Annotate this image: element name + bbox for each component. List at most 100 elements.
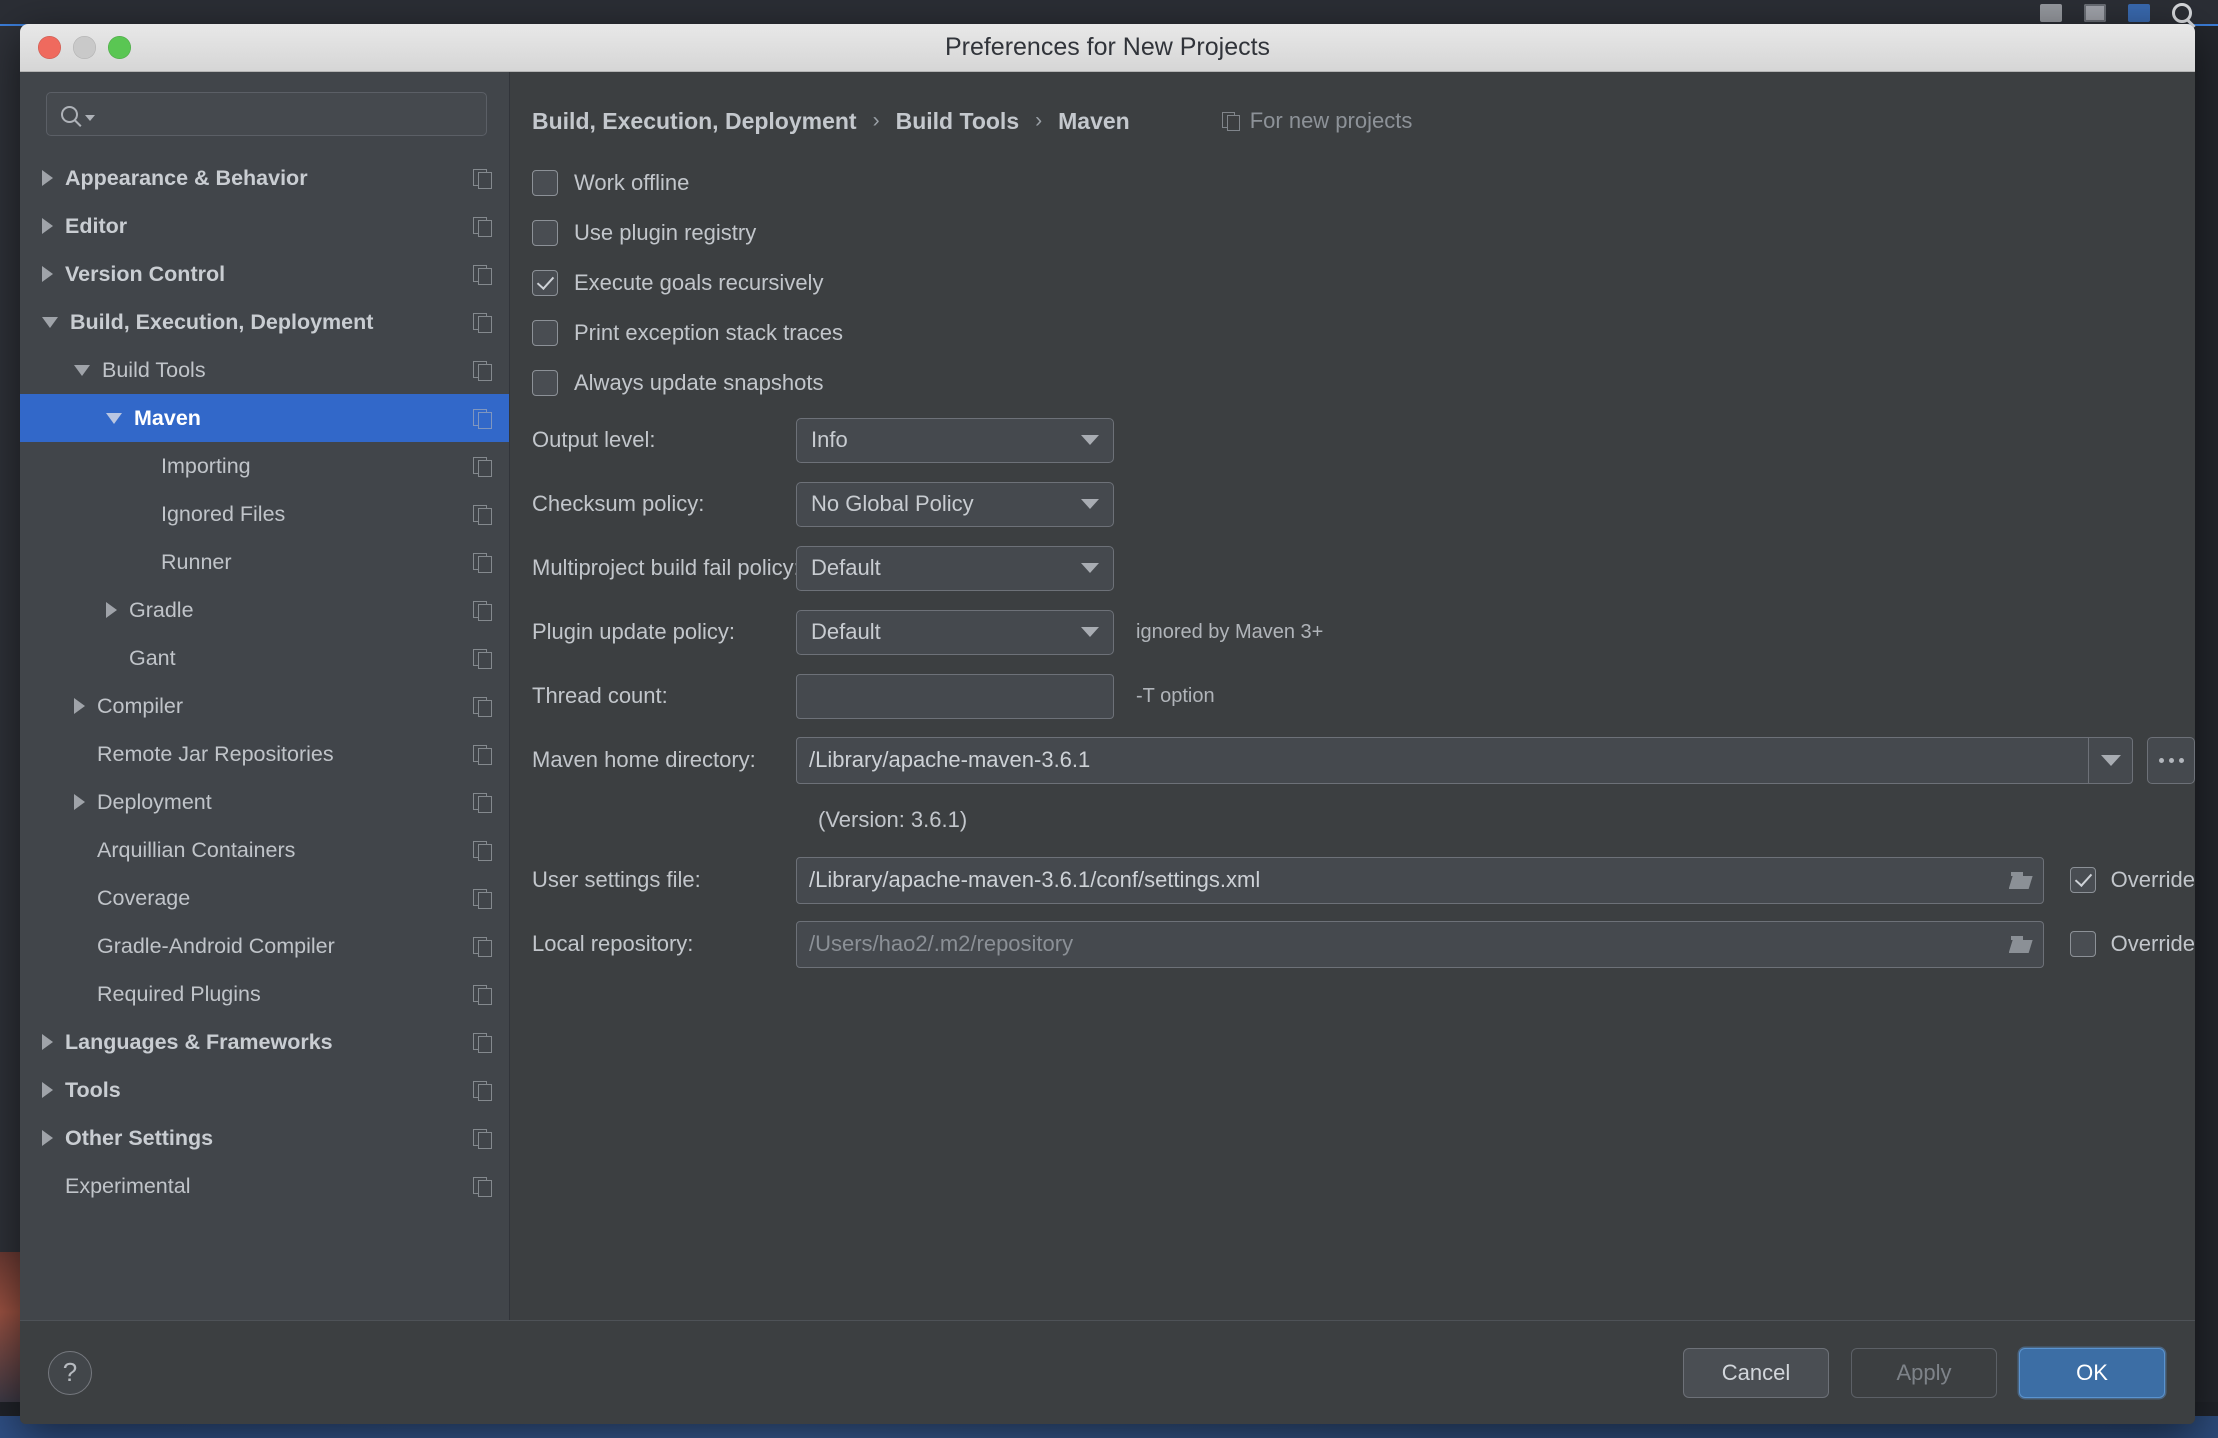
- breadcrumb-item-0[interactable]: Build, Execution, Deployment: [532, 108, 857, 135]
- chevron-right-icon[interactable]: [42, 170, 53, 186]
- maven-home-input[interactable]: /Library/apache-maven-3.6.1: [796, 737, 2133, 784]
- checkbox-print-exception-stack-traces[interactable]: [532, 320, 558, 346]
- copy-settings-icon[interactable]: [473, 649, 491, 668]
- sidebar-item-languages-frameworks[interactable]: Languages & Frameworks: [20, 1018, 509, 1066]
- search-box[interactable]: [46, 92, 487, 136]
- sidebar-item-experimental[interactable]: Experimental: [20, 1162, 509, 1210]
- combo-value: Default: [811, 555, 881, 581]
- local-repository-browse-button[interactable]: [1999, 922, 2043, 967]
- chevron-down-icon[interactable]: [85, 115, 95, 121]
- user-settings-browse-button[interactable]: [1999, 858, 2043, 903]
- copy-settings-icon[interactable]: [473, 553, 491, 572]
- chevron-right-icon[interactable]: [74, 794, 85, 810]
- copy-settings-icon[interactable]: [473, 169, 491, 188]
- copy-settings-icon[interactable]: [473, 409, 491, 428]
- copy-settings-icon[interactable]: [473, 457, 491, 476]
- checkbox-work-offline[interactable]: [532, 170, 558, 196]
- combo-output-level[interactable]: Info: [796, 418, 1114, 463]
- copy-settings-icon[interactable]: [473, 937, 491, 956]
- checkbox-row[interactable]: Execute goals recursively: [532, 258, 2195, 308]
- checkbox-row[interactable]: Print exception stack traces: [532, 308, 2195, 358]
- user-settings-override[interactable]: Override: [2070, 867, 2195, 893]
- sidebar-item-ignored-files[interactable]: Ignored Files: [20, 490, 509, 538]
- sidebar-item-version-control[interactable]: Version Control: [20, 250, 509, 298]
- chevron-right-icon[interactable]: [42, 1130, 53, 1146]
- combo-checksum-policy[interactable]: No Global Policy: [796, 482, 1114, 527]
- copy-settings-icon[interactable]: [473, 841, 491, 860]
- combo-row: Plugin update policy:Defaultignored by M…: [532, 600, 2195, 664]
- sidebar-item-gradle[interactable]: Gradle: [20, 586, 509, 634]
- copy-settings-icon[interactable]: [473, 1081, 491, 1100]
- settings-tree[interactable]: Appearance & BehaviorEditorVersion Contr…: [20, 150, 509, 1320]
- chevron-right-icon[interactable]: [42, 1082, 53, 1098]
- copy-settings-icon[interactable]: [473, 601, 491, 620]
- sidebar-item-other-settings[interactable]: Other Settings: [20, 1114, 509, 1162]
- maven-home-browse-button[interactable]: [2147, 737, 2195, 784]
- sidebar-item-importing[interactable]: Importing: [20, 442, 509, 490]
- breadcrumb-separator-0: ›: [873, 109, 880, 133]
- copy-settings-icon[interactable]: [473, 505, 491, 524]
- sidebar-item-arquillian-containers[interactable]: Arquillian Containers: [20, 826, 509, 874]
- chevron-right-icon[interactable]: [42, 266, 53, 282]
- copy-settings-icon[interactable]: [473, 889, 491, 908]
- thread-count-input[interactable]: [796, 674, 1114, 719]
- sidebar-item-coverage[interactable]: Coverage: [20, 874, 509, 922]
- copy-settings-icon[interactable]: [473, 793, 491, 812]
- sidebar-item-label: Importing: [161, 454, 251, 479]
- sidebar-item-required-plugins[interactable]: Required Plugins: [20, 970, 509, 1018]
- copy-settings-icon[interactable]: [473, 217, 491, 236]
- user-settings-input[interactable]: /Library/apache-maven-3.6.1/conf/setting…: [796, 857, 2044, 904]
- chevron-down-icon[interactable]: [74, 365, 90, 376]
- copy-settings-icon[interactable]: [473, 745, 491, 764]
- sidebar-item-compiler[interactable]: Compiler: [20, 682, 509, 730]
- chevron-right-icon[interactable]: [42, 218, 53, 234]
- checkbox-row[interactable]: Use plugin registry: [532, 208, 2195, 258]
- combo-plugin-update-policy[interactable]: Default: [796, 610, 1114, 655]
- user-settings-override-checkbox[interactable]: [2070, 867, 2096, 893]
- local-repository-override-checkbox[interactable]: [2070, 931, 2096, 957]
- breadcrumb-item-1[interactable]: Build Tools: [896, 108, 1020, 135]
- sidebar-item-maven[interactable]: Maven: [20, 394, 509, 442]
- apply-button[interactable]: Apply: [1851, 1348, 1997, 1398]
- sidebar-item-remote-jar-repositories[interactable]: Remote Jar Repositories: [20, 730, 509, 778]
- checkbox-row[interactable]: Work offline: [532, 158, 2195, 208]
- copy-settings-icon[interactable]: [473, 265, 491, 284]
- maven-home-dropdown-button[interactable]: [2088, 738, 2132, 783]
- sidebar-item-deployment[interactable]: Deployment: [20, 778, 509, 826]
- local-repository-override[interactable]: Override: [2070, 931, 2195, 957]
- sidebar-item-gant[interactable]: Gant: [20, 634, 509, 682]
- local-repository-input[interactable]: /Users/hao2/.m2/repository: [796, 921, 2044, 968]
- sidebar-item-gradle-android-compiler[interactable]: Gradle-Android Compiler: [20, 922, 509, 970]
- chevron-down-icon[interactable]: [106, 413, 122, 424]
- sidebar-item-build-execution-deployment[interactable]: Build, Execution, Deployment: [20, 298, 509, 346]
- sidebar-item-appearance-behavior[interactable]: Appearance & Behavior: [20, 154, 509, 202]
- checkbox-label: Use plugin registry: [574, 220, 756, 246]
- copy-settings-icon[interactable]: [473, 1129, 491, 1148]
- copy-settings-icon[interactable]: [473, 361, 491, 380]
- search-input[interactable]: [95, 103, 486, 125]
- checkbox-execute-goals-recursively[interactable]: [532, 270, 558, 296]
- sidebar-item-editor[interactable]: Editor: [20, 202, 509, 250]
- chevron-down-icon[interactable]: [42, 317, 58, 328]
- chevron-right-icon[interactable]: [106, 602, 117, 618]
- checkbox-always-update-snapshots[interactable]: [532, 370, 558, 396]
- chevron-right-icon[interactable]: [74, 698, 85, 714]
- sidebar-item-label: Remote Jar Repositories: [97, 742, 334, 767]
- checkbox-label: Execute goals recursively: [574, 270, 823, 296]
- sidebar-item-tools[interactable]: Tools: [20, 1066, 509, 1114]
- copy-settings-icon[interactable]: [473, 1033, 491, 1052]
- checkbox-use-plugin-registry[interactable]: [532, 220, 558, 246]
- sidebar-item-build-tools[interactable]: Build Tools: [20, 346, 509, 394]
- combo-multiproject-build-fail-policy[interactable]: Default: [796, 546, 1114, 591]
- chevron-right-icon[interactable]: [42, 1034, 53, 1050]
- cancel-button[interactable]: Cancel: [1683, 1348, 1829, 1398]
- help-button[interactable]: ?: [48, 1351, 92, 1395]
- ok-button[interactable]: OK: [2019, 1348, 2165, 1398]
- copy-settings-icon[interactable]: [473, 985, 491, 1004]
- checkbox-row[interactable]: Always update snapshots: [532, 358, 2195, 408]
- copy-settings-icon[interactable]: [473, 1177, 491, 1196]
- sidebar-item-runner[interactable]: Runner: [20, 538, 509, 586]
- breadcrumb-item-2[interactable]: Maven: [1058, 108, 1130, 135]
- copy-settings-icon[interactable]: [473, 697, 491, 716]
- copy-settings-icon[interactable]: [473, 313, 491, 332]
